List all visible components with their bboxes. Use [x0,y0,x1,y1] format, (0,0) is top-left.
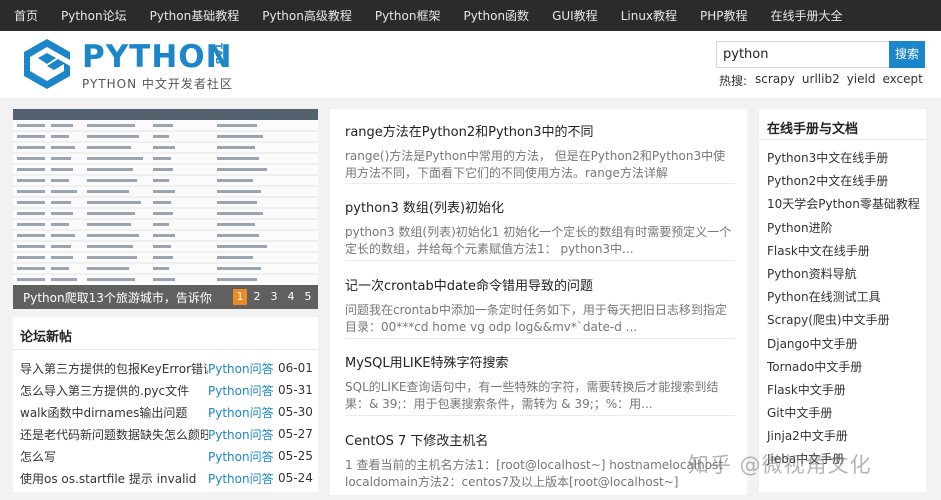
forum-post-title[interactable]: 使用os os.startfile 提示 invalid [20,470,208,487]
article-item: range方法在Python2和Python3中的不同 range()方法是Py… [345,121,735,182]
divider [345,338,735,339]
slider-page-3[interactable]: 3 [267,289,281,305]
forum-post-date: 06-01 [278,361,313,375]
hot-searches: 热搜: scrapy urllib2 yield except [719,72,930,89]
forum-post-date: 05-25 [278,449,313,463]
divider [759,139,926,140]
top-nav: 首页 Python论坛 Python基础教程 Python高级教程 Python… [0,0,941,31]
watermark: 知乎 @微视角文化 [688,453,872,477]
article-title[interactable]: CentOS 7 下修改主机名 [345,430,735,449]
slider-page-2[interactable]: 2 [250,289,264,305]
nav-python-basic[interactable]: Python基础教程 [150,7,240,24]
python-logo-icon [24,39,70,89]
forum-post-category[interactable]: Python问答 [208,470,278,487]
forum-row: 使用os os.startfile 提示 invalid Python问答 05… [20,467,313,489]
nav-gui[interactable]: GUI教程 [552,7,598,24]
manual-link[interactable]: Python在线测试工具 [767,286,925,309]
site-logo[interactable]: PYTHON TAB PYTHON 中文开发者社区 [18,37,248,93]
nav-home[interactable]: 首页 [14,7,38,24]
forum-new-posts: 论坛新帖 导入第三方提供的包报KeyError错误 Python问答 06-01… [13,317,318,492]
forum-row: 还是老代码新问题数据缺失怎么颜旺 Python问答 05-27 [20,423,313,445]
article-item: 记一次crontab中date命令错用导致的问题 问题我在crontab中添加一… [345,275,735,336]
manual-link[interactable]: Flask中文手册 [767,379,925,402]
manual-link[interactable]: Python资料导航 [767,263,925,286]
search-button[interactable]: 搜索 [889,41,925,68]
article-summary: SQL的LIKE查询语句中，有一些特殊的字符，需要转换后才能搜索到结果：& 39… [345,380,719,411]
nav-python-forum[interactable]: Python论坛 [61,7,127,24]
divider [345,260,735,261]
forum-post-category[interactable]: Python问答 [208,426,278,443]
nav-linux[interactable]: Linux教程 [621,7,677,24]
forum-post-category[interactable]: Python问答 [208,404,278,421]
forum-title: 论坛新帖 [20,330,73,345]
article-summary: 1 查看当前的主机名方法1：[root@localhost~] hostname… [345,458,724,489]
forum-post-title[interactable]: 怎么写 [20,448,208,465]
article-summary: 问题我在crontab中添加一条定时任务如下，用于每天把旧日志移到指定目录：00… [345,303,727,334]
article-title[interactable]: python3 数组(列表)初始化 [345,197,735,216]
divider [13,349,318,350]
manual-list: Python3中文在线手册 Python2中文在线手册 10天学会Python零… [767,147,925,472]
slider-page-4[interactable]: 4 [284,289,298,305]
forum-post-title[interactable]: walk函数中dirnames输出问题 [20,404,208,421]
slider-caption[interactable]: Python爬取13个旅游城市，告诉你... [23,289,213,306]
forum-post-title[interactable]: 导入第三方提供的包报KeyError错误 [20,360,208,377]
manual-link[interactable]: Git中文手册 [767,402,925,425]
forum-post-category[interactable]: Python问答 [208,382,278,399]
manuals-title: 在线手册与文档 [767,122,859,137]
nav-python-functions[interactable]: Python函数 [463,7,529,24]
article-summary: range()方法是Python中常用的方法， 但是在Python2和Pytho… [345,149,726,180]
forum-row: walk函数中dirnames输出问题 Python问答 05-30 [20,401,313,423]
forum-post-date: 05-31 [278,383,313,397]
forum-post-date: 05-24 [278,471,313,485]
hot-word-scrapy[interactable]: scrapy [755,72,795,89]
slider-screenshot-image [13,109,318,309]
divider [345,183,735,184]
manual-link[interactable]: 10天学会Python零基础教程 [767,193,925,216]
article-summary: python3 数组(列表)初始化1 初始化一个定长的数组有时需要预定义一个定长… [345,225,732,256]
forum-row: 怎么写 Python问答 05-25 [20,445,313,467]
featured-slider[interactable]: Python爬取13个旅游城市，告诉你... 1 2 3 4 5 [13,109,318,309]
nav-php[interactable]: PHP教程 [700,7,748,24]
nav-python-framework[interactable]: Python框架 [375,7,441,24]
hot-word-except[interactable]: except [882,72,922,89]
slider-page-5[interactable]: 5 [301,289,315,305]
article-title[interactable]: MySQL用LIKE特殊字符搜索 [345,352,735,371]
manual-link[interactable]: Python进阶 [767,217,925,240]
forum-post-title[interactable]: 怎么导入第三方提供的.pyc文件 [20,382,208,399]
manual-link[interactable]: Tornado中文手册 [767,356,925,379]
forum-post-category[interactable]: Python问答 [208,448,278,465]
hot-label: 热搜: [719,74,748,88]
manual-link[interactable]: Python2中文在线手册 [767,170,925,193]
hot-word-urllib2[interactable]: urllib2 [802,72,840,89]
forum-post-title[interactable]: 还是老代码新问题数据缺失怎么颜旺 [20,426,208,443]
manual-link[interactable]: Scrapy(爬虫)中文手册 [767,309,925,332]
logo-subtitle: PYTHON 中文开发者社区 [82,77,233,91]
forum-post-category[interactable]: Python问答 [208,360,278,377]
slider-pager: 1 2 3 4 5 [230,289,315,305]
search-input[interactable]: python [716,41,889,68]
manual-link[interactable]: Jinja2中文手册 [767,425,925,448]
article-item: MySQL用LIKE特殊字符搜索 SQL的LIKE查询语句中，有一些特殊的字符，… [345,352,735,413]
article-item: CentOS 7 下修改主机名 1 查看当前的主机名方法1：[root@loca… [345,430,735,491]
hot-word-yield[interactable]: yield [847,72,876,89]
forum-row: 导入第三方提供的包报KeyError错误 Python问答 06-01 [20,357,313,379]
article-item: python3 数组(列表)初始化 python3 数组(列表)初始化1 初始化… [345,197,735,258]
forum-post-date: 05-27 [278,427,313,441]
article-list: range方法在Python2和Python3中的不同 range()方法是Py… [330,109,747,495]
article-title[interactable]: 记一次crontab中date命令错用导致的问题 [345,275,735,294]
nav-python-advanced[interactable]: Python高级教程 [262,7,352,24]
slider-page-1[interactable]: 1 [233,289,247,305]
forum-row: 怎么导入第三方提供的.pyc文件 Python问答 05-31 [20,379,313,401]
article-title[interactable]: range方法在Python2和Python3中的不同 [345,121,735,140]
manual-link[interactable]: Python3中文在线手册 [767,147,925,170]
manual-link[interactable]: Flask中文在线手册 [767,240,925,263]
logo-tab-mark: TAB [213,43,223,66]
forum-post-date: 05-30 [278,405,313,419]
divider [345,415,735,416]
site-header: PYTHON TAB PYTHON 中文开发者社区 python 搜索 热搜: … [0,31,941,98]
nav-manuals[interactable]: 在线手册大全 [771,7,843,24]
manual-link[interactable]: Django中文手册 [767,333,925,356]
manuals-panel: 在线手册与文档 Python3中文在线手册 Python2中文在线手册 10天学… [759,109,926,492]
forum-list: 导入第三方提供的包报KeyError错误 Python问答 06-01 怎么导入… [20,357,313,489]
